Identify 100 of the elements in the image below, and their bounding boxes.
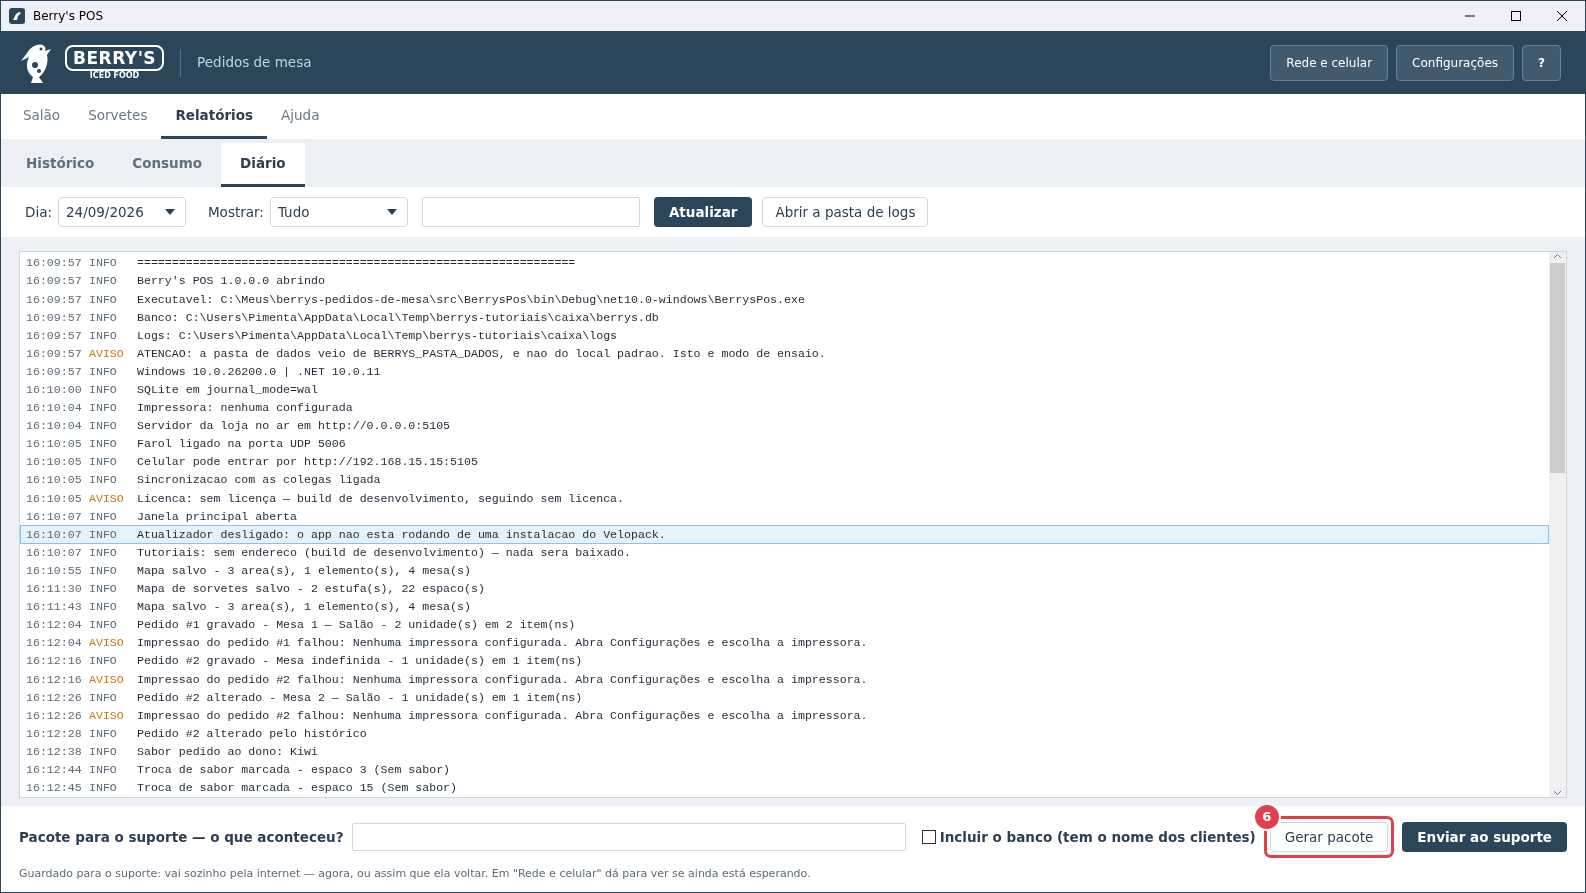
log-row[interactable]: 16:10:04 INFO Servidor da loja no ar em http://0.0.0.0:5105 [20, 416, 1549, 435]
log-row[interactable]: 16:09:57 INFO Executavel: C:\Meus\berrys-pedidos-de-mesa\src\BerrysPos\bin\Debug\net10.0-windows\BerrysPos.exe [20, 290, 1549, 309]
support-note: Guardado para o suporte: vai sozinho pela internet — agora, ou assim que ela voltar. Em "Rede e celular" dá para ver se ainda está esperando. [19, 866, 812, 882]
log-row[interactable]: 16:12:44 INFO Troca de sabor marcada - espaco 3 (Sem sabor) [20, 760, 1549, 779]
log-message: Windows 10.0.26200.0 | .NET 10.0.11 [137, 363, 381, 380]
log-message: Tutoriais: sem endereco (build de desenvolvimento) — nada sera baixado. [137, 544, 631, 561]
log-row[interactable]: 16:09:57 INFO Windows 10.0.26200.0 | .NET 10.0.11 [20, 362, 1549, 381]
log-message: Servidor da loja no ar em http://0.0.0.0:5105 [137, 418, 451, 435]
open-logs-button[interactable]: Abrir a pasta de logs [762, 197, 929, 227]
log-row[interactable]: 16:09:57 AVISO ATENCAO: a pasta de dados veio de BERRYS_PASTA_DADOS, e nao do local padrao. Isto e modo de ensaio. [20, 344, 1549, 363]
log-level: INFO [89, 780, 118, 797]
log-message: Mapa salvo - 3 area(s), 1 elemento(s), 4 mesa(s) [137, 599, 471, 616]
log-level: INFO [89, 562, 118, 579]
log-level: AVISO [89, 490, 125, 507]
log-time: 16:10:05 [26, 490, 83, 507]
log-level: INFO [89, 689, 118, 706]
log-time: 16:10:07 [26, 544, 83, 561]
logo-text: BERRY'S [65, 44, 165, 71]
log-level: INFO [89, 472, 118, 489]
log-message: =============================================================== [137, 255, 576, 272]
scrollbar[interactable] [1549, 252, 1566, 797]
tab[interactable]: Sorvetes [74, 94, 162, 139]
tab[interactable]: Salão [9, 94, 75, 139]
log-row[interactable]: 16:09:57 INFO Berry's POS 1.0.0.0 abrindo [20, 272, 1549, 291]
log-level: INFO [89, 327, 118, 344]
search-field[interactable] [421, 197, 640, 227]
log-row[interactable]: 16:10:05 INFO Farol ligado na porta UDP 5006 [20, 434, 1549, 454]
log-message: Celular pode entrar por http://192.168.15.15:5105 [137, 454, 478, 471]
log-row[interactable]: 16:12:26 AVISO Impressao do pedido #2 falhou: Nenhuma impressora configurada. Abra Configurações e escolha a impressora. [20, 706, 1549, 725]
log-time: 16:09:57 [26, 345, 83, 362]
log-row[interactable]: 16:12:26 INFO Pedido #2 alterado - Mesa 2 — Salão - 1 unidade(s) em 1 item(ns) [20, 688, 1549, 707]
description-field[interactable] [351, 823, 906, 851]
log-time: 16:10:05 [26, 436, 83, 453]
network-button[interactable]: Rede e celular [1270, 44, 1389, 81]
log-message: Impressao do pedido #2 falhou: Nenhuma impressora configurada. Abra Configurações e escolha a impressora. [137, 671, 868, 688]
close-icon[interactable] [1556, 10, 1568, 22]
log-row[interactable]: 16:10:05 INFO Sincronizacao com as colegas ligada [20, 471, 1549, 490]
log-message: ATENCAO: a pasta de dados veio de BERRYS_PASTA_DADOS, e nao do local padrao. Isto e modo de ensaio. [137, 345, 826, 362]
log-time: 16:10:55 [26, 562, 83, 579]
log-message: Pedido #2 alterado pelo histórico [137, 725, 367, 742]
log-message: Troca de sabor marcada - espaco 3 (Sem sabor) [137, 762, 451, 778]
log-row[interactable]: 16:12:04 AVISO Impressao do pedido #1 falhou: Nenhuma impressora configurada. Abra Configurações e escolha a impressora. [20, 633, 1549, 653]
log-message: SQLite em journal_mode=wal [137, 382, 318, 398]
log-row[interactable]: 16:10:07 INFO Janela principal aberta [20, 507, 1549, 526]
subtab[interactable]: Diário [221, 143, 305, 187]
filter-dropdown[interactable]: Tudo [269, 197, 408, 227]
log-message: Logs: C:\Users\Pimenta\AppData\Local\Temp\berrys-tutoriais\caixa\logs [137, 327, 618, 344]
date-dropdown[interactable]: 24/09/2026 [57, 197, 186, 227]
log-level: INFO [89, 255, 118, 272]
settings-button[interactable]: Configurações [1396, 44, 1515, 81]
subtab[interactable]: Histórico [7, 143, 114, 187]
log-level: INFO [89, 508, 118, 525]
generate-package-button[interactable]: Gerar pacote [1269, 822, 1389, 852]
log-time: 16:12:26 [26, 707, 83, 724]
step-badge: 6 [1252, 803, 1281, 831]
log-time: 16:09:57 [26, 327, 83, 344]
log-row[interactable]: 16:10:07 INFO Atualizador desligado: o app nao esta rodando de uma instalacao do Velopack. [20, 525, 1549, 544]
log-level: INFO [89, 400, 118, 417]
log-row[interactable]: 16:09:57 INFO =============================================================== [20, 254, 1549, 273]
help-button[interactable]: ? [1522, 44, 1561, 81]
log-row[interactable]: 16:12:04 INFO Pedido #1 gravado - Mesa 1 — Salão - 2 unidade(s) em 2 item(ns) [20, 615, 1549, 634]
refresh-button[interactable]: Atualizar [653, 197, 753, 227]
log-level: INFO [89, 526, 118, 543]
tab[interactable]: Ajuda [267, 94, 334, 139]
log-message: Banco: C:\Users\Pimenta\AppData\Local\Temp\berrys-tutoriais\caixa\berrys.db [137, 309, 659, 326]
log-row[interactable]: 16:12:28 INFO Pedido #2 alterado pelo histórico [20, 724, 1549, 743]
log-message: Pedido #2 alterado - Mesa 2 — Salão - 1 unidade(s) em 1 item(ns) [137, 689, 583, 706]
log-level: INFO [89, 418, 118, 435]
log-row[interactable]: 16:11:30 INFO Mapa de sorvetes salvo - 2 estufa(s), 22 espaco(s) [20, 579, 1549, 598]
log-time: 16:10:07 [26, 508, 83, 525]
subtab[interactable]: Consumo [113, 143, 222, 187]
log-row[interactable]: 16:09:57 INFO Logs: C:\Users\Pimenta\AppData\Local\Temp\berrys-tutoriais\caixa\logs [20, 326, 1549, 345]
log-level: AVISO [89, 635, 125, 652]
maximize-icon[interactable] [1510, 10, 1522, 22]
log-row[interactable]: 16:12:16 AVISO Impressao do pedido #2 falhou: Nenhuma impressora configurada. Abra Configurações e escolha a impressora. [20, 670, 1549, 689]
log-row[interactable]: 16:12:38 INFO Sabor pedido ao dono: Kiwi [20, 742, 1549, 761]
logo-subtext: ICED FOOD [88, 70, 141, 81]
log-level: INFO [89, 581, 118, 598]
log-row[interactable]: 16:09:57 INFO Banco: C:\Users\Pimenta\AppData\Local\Temp\berrys-tutoriais\caixa\berrys.db [20, 308, 1549, 327]
scroll-down-icon[interactable] [1553, 788, 1562, 797]
log-time: 16:10:05 [26, 454, 83, 471]
checkbox[interactable] [921, 830, 936, 844]
log-level: INFO [89, 743, 118, 760]
log-message: Troca de sabor marcada - espaco 15 (Sem sabor) [137, 780, 458, 797]
log-time: 16:11:43 [26, 599, 83, 616]
log-row[interactable]: 16:12:16 INFO Pedido #2 gravado - Mesa indefinida - 1 unidade(s) em 1 item(ns) [20, 652, 1549, 671]
log-row[interactable]: 16:12:45 INFO Troca de sabor marcada - espaco 15 (Sem sabor) [20, 778, 1549, 797]
log-row[interactable]: 16:10:07 INFO Tutoriais: sem endereco (build de desenvolvimento) — nada sera baixado. [20, 543, 1549, 562]
send-support-button[interactable]: Enviar ao suporte [1402, 822, 1567, 852]
show-label: Mostrar: [207, 202, 264, 222]
log-row[interactable]: 16:10:55 INFO Mapa salvo - 3 area(s), 1 elemento(s), 4 mesa(s) [20, 561, 1549, 580]
log-row[interactable]: 16:10:04 INFO Impressora: nenhuma configurada [20, 398, 1549, 417]
scrollbar-thumb[interactable] [1550, 263, 1565, 473]
log-row[interactable]: 16:10:05 INFO Celular pode entrar por http://192.168.15.15:5105 [20, 453, 1549, 472]
log-row[interactable]: 16:11:43 INFO Mapa salvo - 3 area(s), 1 elemento(s), 4 mesa(s) [20, 597, 1549, 616]
log-row[interactable]: 16:10:00 INFO SQLite em journal_mode=wal [20, 380, 1549, 399]
log-row[interactable]: 16:10:05 AVISO Licenca: sem licença — build de desenvolvimento, seguindo sem licenca. [20, 489, 1549, 508]
log-level: INFO [89, 544, 118, 561]
scroll-up-icon[interactable] [1553, 252, 1562, 261]
caret-icon [164, 209, 175, 215]
